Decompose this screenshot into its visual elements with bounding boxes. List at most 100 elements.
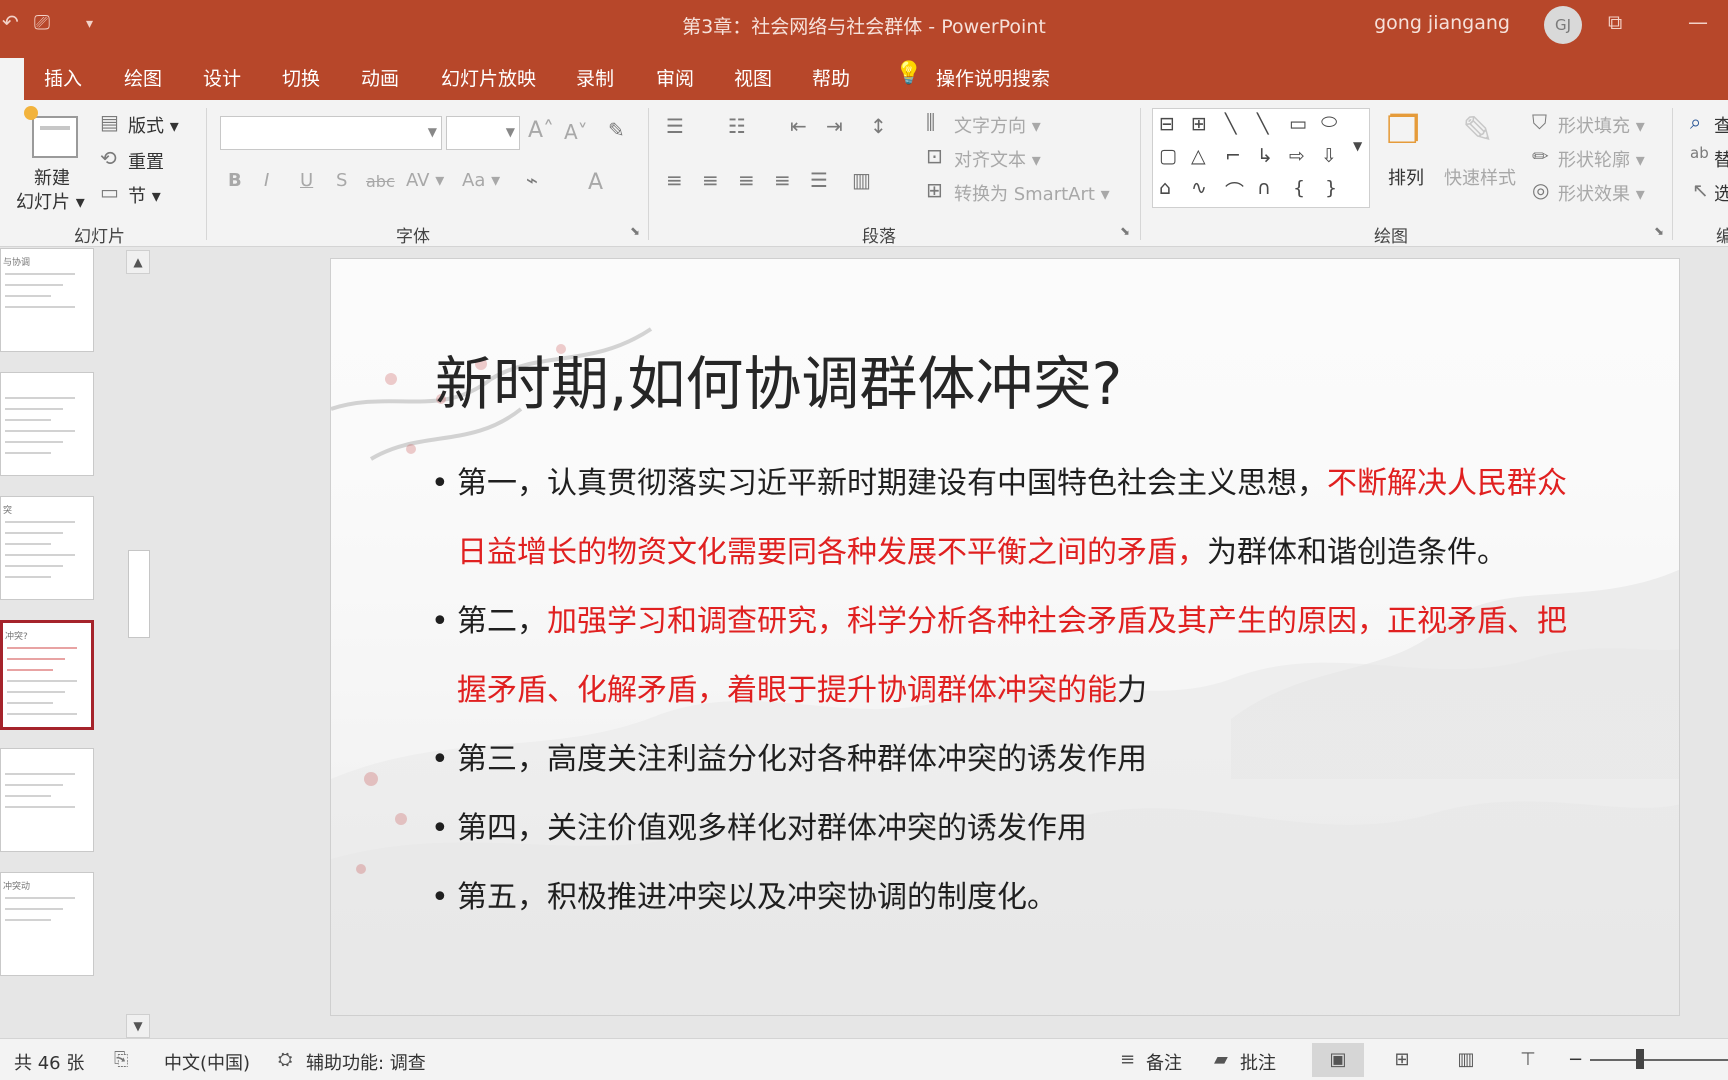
tab-design[interactable]: 设计: [203, 64, 241, 91]
shape-fill-button[interactable]: 形状填充 ▾: [1558, 112, 1645, 138]
tab-review[interactable]: 审阅: [656, 64, 694, 91]
notes-button[interactable]: 备注: [1146, 1049, 1182, 1075]
rounded-rect-shape-icon[interactable]: ▢: [1159, 145, 1177, 167]
language-indicator[interactable]: 中文(中国): [164, 1049, 250, 1075]
slide-bullet[interactable]: 第四，关注价值观多样化对群体冲突的诱发作用: [431, 794, 1591, 863]
slide-thumbnail[interactable]: 冲突?: [0, 620, 94, 730]
align-right-icon[interactable]: ≡: [738, 168, 755, 192]
scrollbar-thumb[interactable]: [128, 550, 150, 638]
zoom-slider-thumb[interactable]: [1636, 1049, 1644, 1069]
slide-thumbnail[interactable]: 冲突动: [0, 872, 94, 976]
slide-canvas[interactable]: 新时期,如何协调群体冲突? 第一，认真贯彻落实习近平新时期建设有中国特色社会主义…: [330, 258, 1680, 1016]
slide-bullet[interactable]: 第五，积极推进冲突以及冲突协调的制度化。: [431, 863, 1591, 932]
tab-view[interactable]: 视图: [734, 64, 772, 91]
highlight-icon[interactable]: ⌁: [526, 168, 538, 192]
tell-me-search[interactable]: 操作说明搜索: [936, 64, 1050, 91]
shape-outline-button[interactable]: 形状轮廓 ▾: [1558, 146, 1645, 172]
strikethrough-button[interactable]: abc: [366, 172, 395, 191]
oval-shape-icon[interactable]: ⬭: [1321, 111, 1337, 133]
character-spacing-button[interactable]: AV ▾: [406, 170, 444, 191]
convert-smartart-button[interactable]: 转换为 SmartArt ▾: [954, 180, 1110, 206]
section-button[interactable]: 节 ▾: [128, 182, 161, 208]
font-size-combo[interactable]: ▼: [446, 116, 520, 150]
underline-button[interactable]: U: [300, 170, 313, 191]
quick-styles-button[interactable]: 快速样式: [1444, 164, 1516, 190]
scroll-down-button[interactable]: ▼: [126, 1014, 150, 1038]
clear-formatting-icon[interactable]: ✎: [608, 118, 625, 142]
normal-view-button[interactable]: ▣: [1312, 1043, 1364, 1077]
tab-draw[interactable]: 绘图: [124, 64, 162, 91]
gallery-more-icon[interactable]: ▼: [1353, 139, 1362, 153]
numbering-icon[interactable]: ☷: [728, 114, 746, 138]
tab-slideshow[interactable]: 幻灯片放映: [441, 64, 536, 91]
grow-font-button[interactable]: A˄: [528, 118, 554, 143]
replace-button[interactable]: 替: [1714, 146, 1728, 172]
tab-animations[interactable]: 动画: [361, 64, 399, 91]
zoom-slider[interactable]: [1590, 1059, 1728, 1061]
text-direction-button[interactable]: 文字方向 ▾: [954, 112, 1041, 138]
bold-button[interactable]: B: [228, 170, 242, 191]
italic-button[interactable]: I: [264, 170, 269, 191]
find-button[interactable]: 查: [1714, 112, 1728, 138]
triangle-shape-icon[interactable]: △: [1191, 145, 1206, 167]
tab-insert[interactable]: 插入: [44, 64, 82, 91]
slide-thumbnail[interactable]: 与协调: [0, 248, 94, 352]
new-slide-button[interactable]: 新建: [34, 164, 70, 190]
comments-button[interactable]: 批注: [1240, 1049, 1276, 1075]
elbow-connector-icon[interactable]: ⌐: [1225, 145, 1241, 167]
select-button[interactable]: 选: [1714, 180, 1728, 206]
ribbon-display-options-icon[interactable]: ⧉: [1608, 10, 1622, 34]
user-name[interactable]: gong jiangang: [1374, 12, 1510, 34]
layout-button[interactable]: 版式 ▾: [128, 112, 179, 138]
slide-thumbnail[interactable]: [0, 372, 94, 476]
distributed-icon[interactable]: ☰: [810, 168, 828, 192]
slide-bullet[interactable]: 第三，高度关注利益分化对各种群体冲突的诱发作用: [431, 725, 1591, 794]
slide-thumbnail[interactable]: [0, 748, 94, 852]
shrink-font-button[interactable]: A˅: [564, 120, 588, 144]
spelling-check-icon[interactable]: ⎘: [114, 1049, 128, 1070]
accessibility-status[interactable]: 辅助功能: 调查: [306, 1049, 426, 1075]
elbow-arrow-icon[interactable]: ↳: [1257, 145, 1273, 167]
dialog-launcher-icon[interactable]: ⬊: [1120, 224, 1130, 238]
slide-title[interactable]: 新时期,如何协调群体冲突?: [435, 337, 1122, 421]
zoom-out-button[interactable]: −: [1568, 1049, 1583, 1070]
slide-bullet[interactable]: 第一，认真贯彻落实习近平新时期建设有中国特色社会主义思想，不断解决人民群众日益增…: [431, 449, 1591, 587]
tab-record[interactable]: 录制: [576, 64, 614, 91]
align-left-icon[interactable]: ≡: [666, 168, 683, 192]
slide-thumbnail[interactable]: 突: [0, 496, 94, 600]
text-shadow-button[interactable]: S: [336, 170, 347, 191]
freeform-shape-icon[interactable]: ⌂: [1159, 177, 1171, 199]
align-center-icon[interactable]: ≡: [702, 168, 719, 192]
arrow-line-shape-icon[interactable]: ╲: [1257, 113, 1268, 135]
down-arrow-shape-icon[interactable]: ⇩: [1321, 145, 1337, 167]
bullets-icon[interactable]: ☰: [666, 114, 684, 138]
decrease-indent-icon[interactable]: ⇤: [790, 114, 807, 138]
change-case-button[interactable]: Aa ▾: [462, 170, 500, 191]
arrange-button[interactable]: 排列: [1388, 164, 1424, 190]
tab-help[interactable]: 帮助: [812, 64, 850, 91]
scribble-shape-icon[interactable]: ∿: [1191, 177, 1207, 199]
slide-bullet[interactable]: 第二，加强学习和调查研究，科学分析各种社会矛盾及其产生的原因，正视矛盾、把握矛盾…: [431, 587, 1591, 725]
tab-transitions[interactable]: 切换: [282, 64, 320, 91]
font-name-combo[interactable]: ▼: [220, 116, 442, 150]
line-shape-icon[interactable]: ╲: [1225, 113, 1236, 135]
curve-shape-icon[interactable]: ∩: [1257, 177, 1271, 199]
font-color-button[interactable]: A: [588, 170, 603, 195]
scroll-up-button[interactable]: ▲: [126, 250, 150, 274]
right-arrow-shape-icon[interactable]: ⇨: [1289, 145, 1305, 167]
reset-button[interactable]: 重置: [128, 148, 164, 174]
align-text-button[interactable]: 对齐文本 ▾: [954, 146, 1041, 172]
slideshow-view-button[interactable]: ⊤: [1502, 1043, 1554, 1077]
avatar[interactable]: GJ: [1544, 6, 1582, 44]
shapes-gallery[interactable]: ⊟ ⊞ ╲ ╲ ▭ ⬭ ▢ △ ⌐ ↳ ⇨ ⇩ ⌂ ∿ ⌒ ∩ { } ▼: [1152, 108, 1370, 208]
increase-indent-icon[interactable]: ⇥: [826, 114, 843, 138]
text-box-icon[interactable]: ⊟: [1159, 113, 1175, 135]
new-slide-dropdown[interactable]: 幻灯片 ▾: [16, 188, 85, 214]
minimize-icon[interactable]: —: [1688, 10, 1708, 34]
slide-sorter-view-button[interactable]: ⊞: [1376, 1043, 1428, 1077]
reading-view-button[interactable]: ▥: [1440, 1043, 1492, 1077]
right-brace-icon[interactable]: }: [1325, 177, 1337, 199]
slide-body-text[interactable]: 第一，认真贯彻落实习近平新时期建设有中国特色社会主义思想，不断解决人民群众日益增…: [431, 449, 1591, 932]
dialog-launcher-icon[interactable]: ⬊: [630, 224, 640, 238]
justify-icon[interactable]: ≡: [774, 168, 791, 192]
